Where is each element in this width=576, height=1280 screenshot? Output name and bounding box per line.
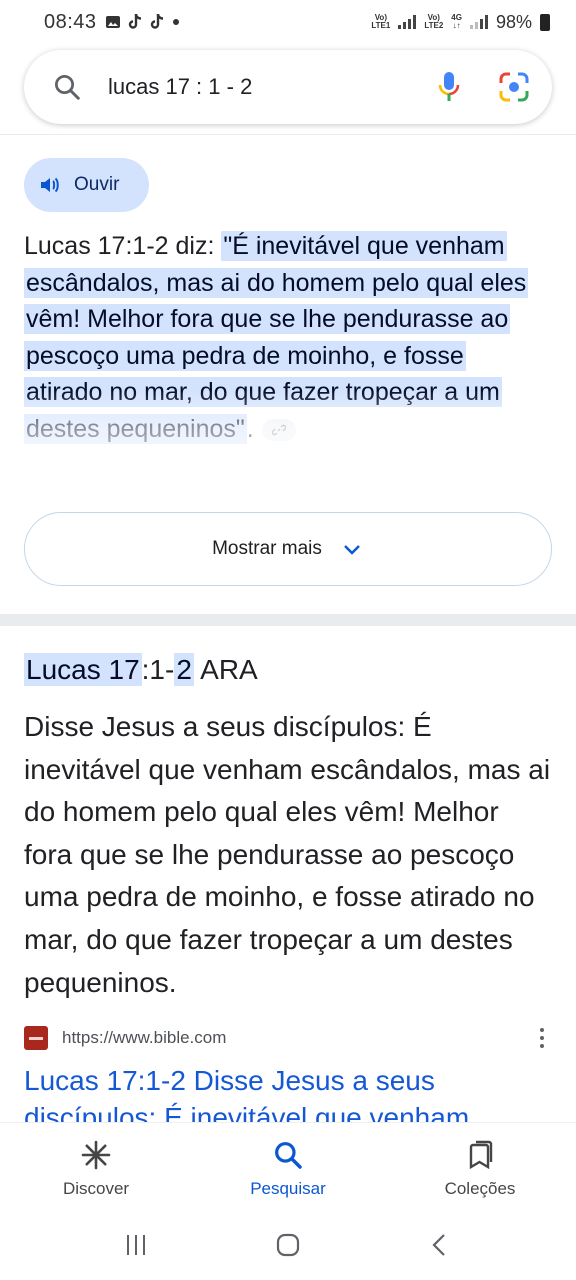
- network-type: 4G ↓↑: [451, 13, 462, 30]
- system-navigation: [0, 1210, 576, 1280]
- result-ref-a: Lucas 17: [24, 653, 142, 686]
- network-label-1: Vo) LTE1: [371, 13, 391, 30]
- tiktok-icon: [150, 13, 163, 29]
- source-row[interactable]: https://www.bible.com: [24, 1026, 552, 1050]
- source-url[interactable]: https://www.bible.com: [62, 1028, 532, 1048]
- result-body: Disse Jesus a seus discípulos: É inevitá…: [24, 711, 551, 998]
- asterisk-icon: [81, 1140, 111, 1170]
- bible-favicon-icon: [24, 1026, 48, 1050]
- google-lens-icon[interactable]: [498, 71, 530, 103]
- result-ref-c: 2: [174, 653, 194, 686]
- chevron-down-icon: [344, 545, 360, 555]
- nav-search[interactable]: Pesquisar: [192, 1123, 384, 1210]
- nav-search-label: Pesquisar: [250, 1179, 326, 1198]
- dot-icon: [172, 19, 179, 25]
- nav-collections[interactable]: Coleções: [384, 1123, 576, 1210]
- search-query[interactable]: lucas 17 : 1 - 2: [108, 74, 436, 100]
- snippet-fade: [0, 390, 576, 482]
- result-title: Lucas 17:1-2 ARA: [24, 650, 258, 690]
- divider: [0, 134, 576, 135]
- listen-label: Ouvir: [74, 174, 120, 195]
- show-more-button[interactable]: Mostrar mais: [24, 512, 552, 586]
- tiktok-icon: [128, 13, 141, 29]
- notification-icons: [105, 13, 181, 31]
- search-bar[interactable]: lucas 17 : 1 - 2: [24, 50, 552, 124]
- nav-discover-label: Discover: [62, 1179, 130, 1198]
- microphone-icon[interactable]: [436, 70, 462, 104]
- search-icon: [55, 75, 80, 100]
- battery-icon: [540, 13, 550, 31]
- nav-discover[interactable]: Discover: [0, 1123, 192, 1210]
- signal-icon: [398, 15, 417, 29]
- battery-percent: 98%: [495, 11, 532, 32]
- collections-icon: [469, 1140, 493, 1170]
- result-version: ARA: [200, 654, 258, 685]
- nav-collections-label: Coleções: [444, 1179, 516, 1198]
- signal-icon: [469, 15, 488, 29]
- speaker-icon: [41, 177, 59, 193]
- recent-apps-icon[interactable]: [123, 1232, 149, 1258]
- search-icon: [275, 1142, 302, 1169]
- network-label-2: Vo) LTE2: [424, 13, 444, 30]
- home-icon[interactable]: [275, 1232, 301, 1258]
- snippet-prefix: Lucas 17:1-2 diz:: [24, 232, 222, 260]
- listen-button[interactable]: Ouvir: [24, 158, 149, 212]
- gallery-icon: [105, 16, 120, 28]
- section-separator: [0, 614, 576, 626]
- bottom-navigation: Discover Pesquisar Coleções: [0, 1122, 576, 1210]
- status-bar: 08:43 Vo) LTE1 Vo) LTE2 4G ↓↑ 98%: [0, 0, 576, 44]
- show-more-label: Mostrar mais: [212, 538, 322, 559]
- more-options-icon[interactable]: [532, 1028, 552, 1048]
- status-time: 08:43: [44, 10, 97, 33]
- result-ref-b: :1-: [141, 654, 175, 685]
- back-icon[interactable]: [427, 1232, 453, 1258]
